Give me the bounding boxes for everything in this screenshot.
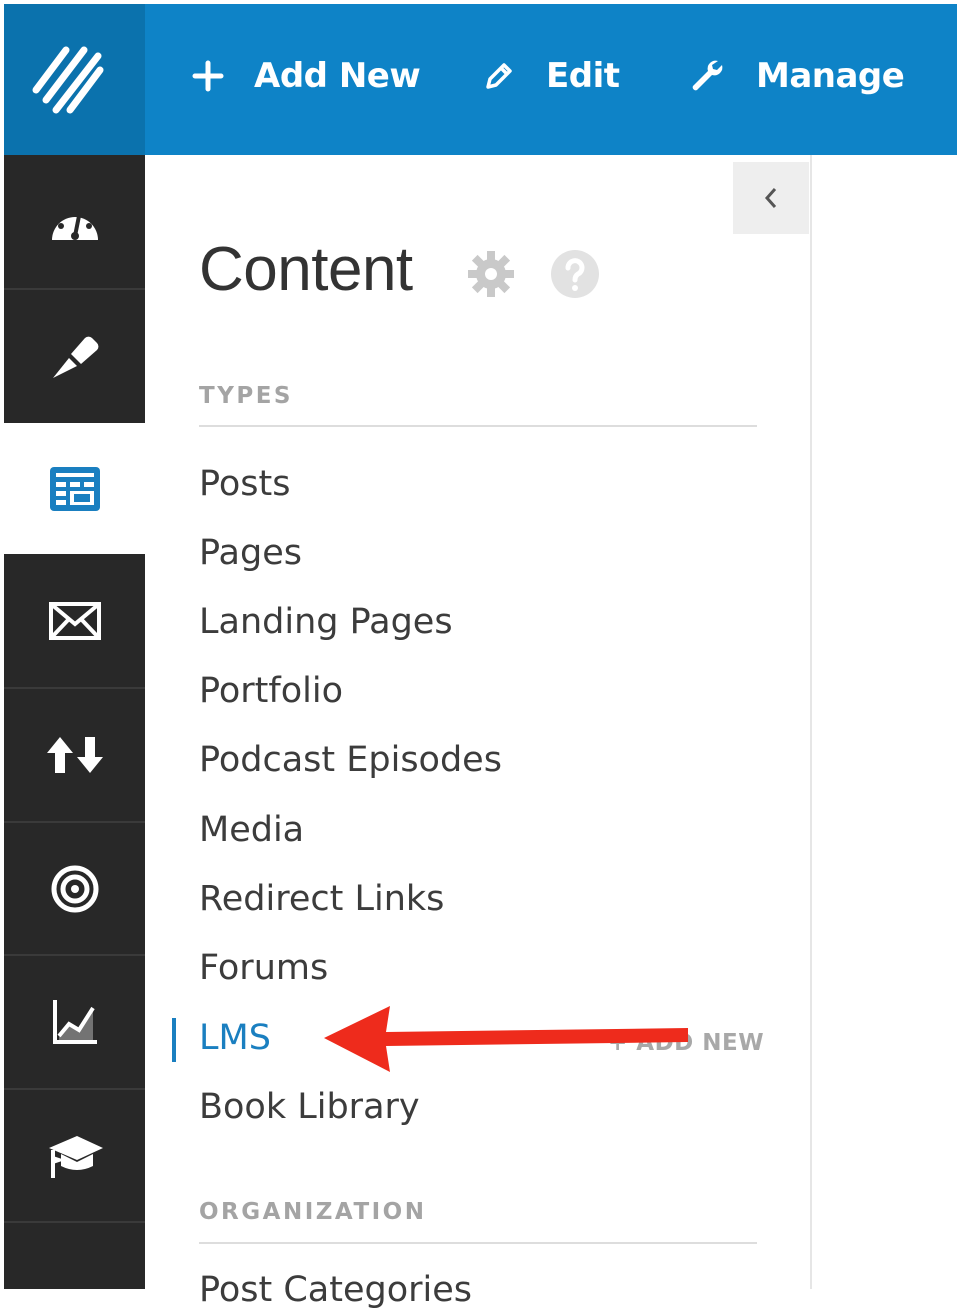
type-link-pages[interactable]: Pages	[199, 531, 302, 575]
collapse-panel-button[interactable]	[733, 162, 809, 234]
type-link-book-library[interactable]: Book Library	[199, 1085, 420, 1129]
help-icon[interactable]	[550, 249, 600, 299]
graduation-cap-icon	[48, 1135, 103, 1178]
type-link-redirect-links[interactable]: Redirect Links	[199, 877, 444, 921]
organization-link-partial[interactable]: Post Categories	[199, 1268, 472, 1312]
edit-label: Edit	[546, 56, 620, 96]
analytics-chart-icon	[52, 1000, 97, 1044]
add-new-label: Add New	[254, 56, 421, 96]
dashboard-gauge-icon	[51, 205, 98, 240]
organization-heading: ORGANIZATION	[199, 1199, 427, 1225]
rail-item-content[interactable]	[4, 423, 145, 554]
edit-button[interactable]: Edit	[482, 50, 620, 102]
chevron-left-icon	[764, 188, 777, 208]
envelope-icon	[48, 601, 101, 640]
rail-item-courses[interactable]	[4, 1090, 145, 1221]
manage-label: Manage	[756, 56, 905, 96]
active-indicator	[172, 1018, 176, 1062]
pencil-icon	[486, 63, 512, 89]
red-arrow-icon	[324, 1006, 688, 1072]
type-link-podcast-episodes[interactable]: Podcast Episodes	[199, 738, 502, 782]
manage-button[interactable]: Manage	[688, 50, 905, 102]
rail-item-email[interactable]	[4, 554, 145, 687]
paintbrush-icon	[52, 336, 98, 378]
organization-divider	[199, 1242, 757, 1244]
type-link-landing-pages[interactable]: Landing Pages	[199, 600, 453, 644]
types-divider	[199, 425, 757, 427]
type-link-posts[interactable]: Posts	[199, 462, 290, 506]
content-layout-icon	[49, 466, 100, 511]
target-icon	[51, 865, 98, 912]
logo-slashes-icon	[32, 46, 104, 114]
add-new-button[interactable]: Add New	[190, 50, 421, 102]
types-heading: TYPES	[199, 383, 293, 409]
type-link-forums[interactable]: Forums	[199, 946, 328, 990]
rail-item-conversions[interactable]	[4, 823, 145, 954]
rail-item-import-export[interactable]	[4, 689, 145, 821]
logo[interactable]	[4, 4, 145, 155]
gear-icon[interactable]	[466, 249, 516, 299]
type-link-portfolio[interactable]: Portfolio	[199, 669, 343, 713]
type-link-media[interactable]: Media	[199, 808, 304, 852]
rail-divider	[4, 1221, 145, 1223]
type-link-lms[interactable]: LMS	[199, 1016, 271, 1060]
wrench-icon	[692, 60, 723, 91]
rail-item-dashboard[interactable]	[4, 155, 145, 288]
panel-border	[810, 155, 812, 1289]
page-title: Content	[199, 235, 413, 304]
rail-item-analytics[interactable]	[4, 956, 145, 1088]
up-down-arrows-icon	[46, 737, 103, 773]
rail-item-design[interactable]	[4, 290, 145, 423]
plus-icon	[192, 60, 224, 92]
